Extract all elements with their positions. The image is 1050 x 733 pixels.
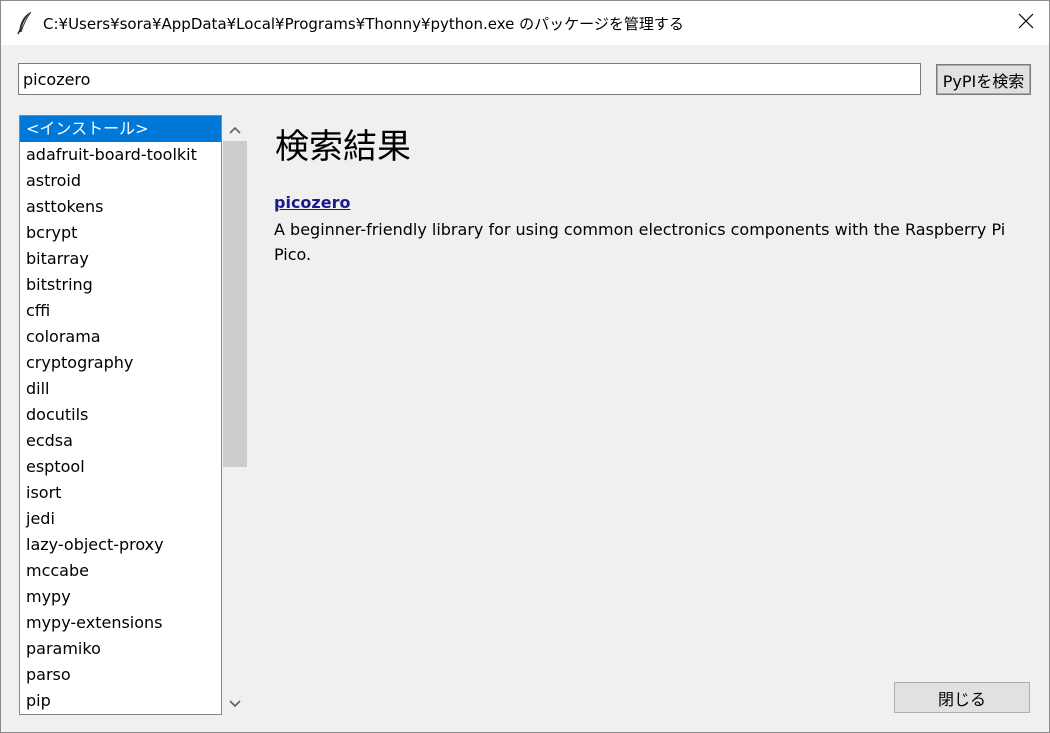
scroll-thumb[interactable]: [223, 141, 247, 467]
title-bar: C:¥Users¥sora¥AppData¥Local¥Programs¥Tho…: [1, 1, 1049, 45]
window-close-button[interactable]: [1003, 1, 1049, 45]
chevron-down-icon: [229, 693, 241, 712]
close-icon: [1018, 13, 1034, 33]
list-item[interactable]: lazy-object-proxy: [20, 532, 221, 558]
list-item[interactable]: bcrypt: [20, 220, 221, 246]
scroll-down-button[interactable]: [223, 690, 247, 714]
search-pypi-button[interactable]: PyPIを検索: [936, 64, 1031, 95]
list-item[interactable]: adafruit-board-toolkit: [20, 142, 221, 168]
feather-icon: [15, 11, 35, 35]
package-list[interactable]: <インストール> adafruit-board-toolkit astroid ast…: [19, 115, 222, 715]
list-item[interactable]: mccabe: [20, 558, 221, 584]
list-item[interactable]: jedi: [20, 506, 221, 532]
list-item[interactable]: astroid: [20, 168, 221, 194]
list-item[interactable]: colorama: [20, 324, 221, 350]
package-search-input[interactable]: [18, 63, 921, 95]
chevron-up-icon: [229, 119, 241, 138]
list-item[interactable]: mypy: [20, 584, 221, 610]
list-item[interactable]: paramiko: [20, 636, 221, 662]
package-manager-dialog: C:¥Users¥sora¥AppData¥Local¥Programs¥Tho…: [0, 0, 1050, 733]
list-item[interactable]: dill: [20, 376, 221, 402]
close-button[interactable]: 閉じる: [894, 682, 1030, 713]
list-item[interactable]: asttokens: [20, 194, 221, 220]
list-item[interactable]: cryptography: [20, 350, 221, 376]
list-item[interactable]: ecdsa: [20, 428, 221, 454]
window-title: C:¥Users¥sora¥AppData¥Local¥Programs¥Tho…: [43, 15, 684, 33]
results-heading: 検索結果: [275, 127, 411, 167]
list-item[interactable]: esptool: [20, 454, 221, 480]
list-item[interactable]: pip: [20, 688, 221, 714]
list-item[interactable]: isort: [20, 480, 221, 506]
list-item-install[interactable]: <インストール>: [20, 116, 221, 142]
list-item[interactable]: mypy-extensions: [20, 610, 221, 636]
list-item[interactable]: bitarray: [20, 246, 221, 272]
package-list-scrollbar[interactable]: [223, 116, 247, 714]
list-item[interactable]: bitstring: [20, 272, 221, 298]
scroll-up-button[interactable]: [223, 116, 247, 140]
list-item[interactable]: docutils: [20, 402, 221, 428]
list-item[interactable]: parso: [20, 662, 221, 688]
result-package-link[interactable]: picozero: [274, 193, 350, 212]
list-item[interactable]: cffi: [20, 298, 221, 324]
result-package-description: A beginner-friendly library for using co…: [274, 220, 1006, 264]
